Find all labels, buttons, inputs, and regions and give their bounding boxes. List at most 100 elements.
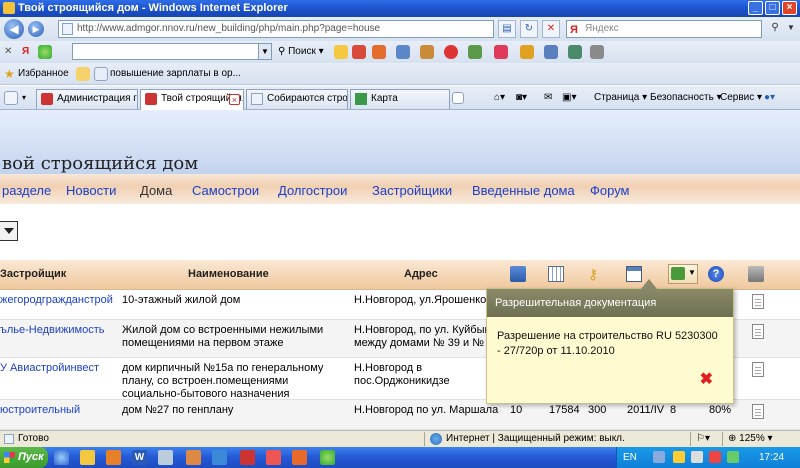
tab-administration[interactable]: Администрация го... — [36, 89, 138, 109]
filter-select[interactable] — [0, 221, 18, 241]
key-icon[interactable]: ⚷ — [588, 266, 604, 282]
app-taskbar-icon[interactable] — [320, 450, 335, 465]
book-icon[interactable] — [510, 266, 526, 282]
nav-completed[interactable]: Введенные дома — [472, 183, 575, 198]
print-icon[interactable]: ▣▾ — [562, 89, 576, 107]
lock-icon[interactable] — [568, 45, 582, 59]
row-developer[interactable]: У Авиастройинвест — [0, 362, 116, 375]
tray-icon[interactable] — [727, 451, 739, 463]
document-icon[interactable] — [752, 294, 764, 309]
row-developer[interactable]: жегородгражданстрой — [0, 294, 116, 307]
yandex-icon[interactable]: Я — [22, 44, 29, 60]
col-address[interactable]: Адрес — [404, 268, 438, 280]
nav-houses[interactable]: Дома — [140, 183, 172, 198]
print-icon[interactable] — [748, 266, 764, 282]
row-developer[interactable]: ълье-Недвижимость — [0, 324, 116, 337]
url-field[interactable]: http://www.admgor.nnov.ru/new_building/p… — [58, 20, 494, 38]
nav-developers[interactable]: Застройщики — [372, 183, 452, 198]
new-tab-icon[interactable] — [452, 92, 464, 104]
app-taskbar-icon[interactable] — [186, 450, 201, 465]
traffic-icon[interactable] — [352, 45, 366, 59]
back-button[interactable]: ◀ — [4, 19, 24, 39]
app-taskbar-icon[interactable] — [240, 450, 255, 465]
tray-icon[interactable] — [673, 451, 685, 463]
forward-button[interactable]: ▶ — [28, 21, 44, 37]
row-developer[interactable]: юстроительный — [0, 404, 116, 417]
help-icon[interactable]: ? — [708, 266, 724, 282]
toolbar-search-button[interactable]: ⚲ Поиск ▾ — [278, 44, 324, 60]
tab-collecting[interactable]: Собираются строи... — [246, 89, 348, 109]
tray-icon[interactable] — [709, 451, 721, 463]
star-icon[interactable] — [520, 45, 534, 59]
close-window-button[interactable]: × — [782, 1, 797, 15]
search-options-icon[interactable]: ▼ — [782, 20, 800, 38]
document-icon[interactable] — [752, 404, 764, 419]
yandex-search-field[interactable]: ▼ — [72, 43, 272, 60]
minimize-button[interactable]: _ — [748, 1, 763, 15]
clock[interactable]: 17:24 — [759, 447, 784, 468]
nav-long-builds[interactable]: Долгострои — [278, 183, 347, 198]
settings-icon[interactable] — [544, 45, 558, 59]
close-popup-icon[interactable]: ✖ — [700, 369, 713, 389]
addon-icon[interactable] — [38, 45, 52, 59]
start-button[interactable]: Пуск — [0, 447, 48, 468]
heart-icon[interactable] — [494, 45, 508, 59]
money-icon[interactable] — [420, 45, 434, 59]
quick-tabs-icon[interactable] — [4, 91, 18, 105]
search-input[interactable]: Я Яндекс — [566, 20, 762, 38]
document-icon[interactable] — [752, 324, 764, 339]
app-taskbar-icon[interactable] — [266, 450, 281, 465]
page-menu[interactable]: Страница ▾ — [594, 89, 647, 107]
favorites-button[interactable]: Избранное — [18, 66, 69, 82]
close-tab-icon[interactable]: × — [229, 94, 240, 105]
app-taskbar-icon[interactable] — [292, 450, 307, 465]
col-developer[interactable]: Застройщик — [0, 268, 66, 280]
nav-news[interactable]: Новости — [66, 183, 116, 198]
nav-section[interactable]: разделе — [2, 183, 51, 198]
nav-self-builds[interactable]: Самострои — [192, 183, 259, 198]
read-mail-icon[interactable]: ✉ — [544, 89, 552, 107]
tools-icon[interactable] — [590, 45, 604, 59]
table-row[interactable]: юстроительный дом №27 по генплану Н.Новг… — [0, 400, 800, 430]
help-icon[interactable]: ●▾ — [764, 89, 775, 107]
bookmark-icon[interactable] — [468, 45, 482, 59]
table-icon[interactable] — [548, 266, 564, 282]
tab-list-icon[interactable]: ▾ — [22, 90, 26, 106]
media-taskbar-icon[interactable] — [106, 450, 121, 465]
refresh-icon[interactable]: ↻ — [520, 20, 538, 38]
toolbar-close-icon[interactable]: ✕ — [4, 44, 12, 60]
feeds-icon[interactable]: ◙▾ — [516, 89, 527, 107]
ie-taskbar-icon[interactable] — [54, 450, 69, 465]
tab-map[interactable]: Карта — [350, 89, 450, 109]
tools-menu[interactable]: Сервис ▾ — [720, 89, 762, 107]
window-icon[interactable] — [626, 266, 642, 282]
protected-mode-icon[interactable]: ⚐▾ — [696, 431, 710, 447]
nav-forum[interactable]: Форум — [590, 183, 630, 198]
app-taskbar-icon[interactable] — [158, 450, 173, 465]
weather-icon[interactable] — [334, 45, 348, 59]
music-icon[interactable] — [444, 45, 458, 59]
folder-taskbar-icon[interactable] — [80, 450, 95, 465]
translate-icon[interactable] — [396, 45, 410, 59]
home-icon[interactable]: ⌂▾ — [494, 89, 505, 107]
col-name[interactable]: Наименование — [188, 268, 269, 280]
tray-icon[interactable] — [653, 451, 665, 463]
compat-view-icon[interactable]: ▤ — [498, 20, 516, 38]
language-indicator[interactable]: EN — [623, 447, 637, 468]
security-zone[interactable]: Интернет | Защищенный режим: выкл. — [446, 431, 625, 447]
add-favorite-icon[interactable] — [76, 67, 90, 81]
favorite-link[interactable]: повышение зарплаты в ор... — [110, 66, 241, 82]
chevron-down-icon[interactable]: ▼ — [258, 44, 271, 59]
document-icon[interactable] — [752, 362, 764, 377]
popup-text[interactable]: Разрешение на строительство RU 5230300 -… — [487, 317, 733, 359]
zoom-control[interactable]: ⊕ 125% ▾ — [728, 431, 773, 447]
tray-icon[interactable] — [691, 451, 703, 463]
tab-current[interactable]: Твой строящийся... × — [140, 89, 244, 110]
mail-icon[interactable] — [372, 45, 386, 59]
favorites-star-icon[interactable]: ★ — [4, 66, 15, 82]
stop-icon[interactable]: ✕ — [542, 20, 560, 38]
maximize-button[interactable]: □ — [765, 1, 780, 15]
safety-menu[interactable]: Безопасность ▾ — [650, 89, 722, 107]
app-taskbar-icon[interactable] — [212, 450, 227, 465]
word-taskbar-icon[interactable]: W — [132, 450, 147, 465]
